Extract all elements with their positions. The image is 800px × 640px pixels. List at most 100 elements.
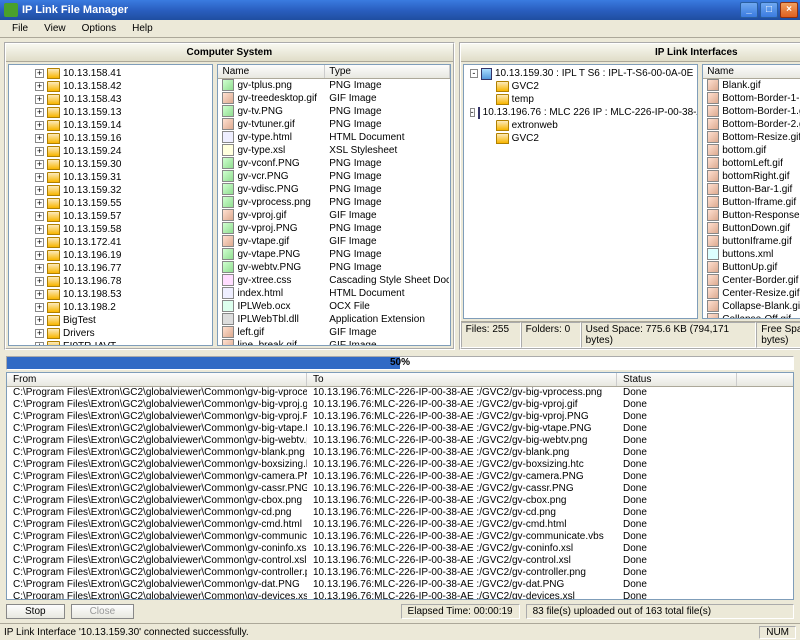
list-item[interactable]: buttonIframe.gif1.3 KB0 (703, 235, 800, 248)
tree-node[interactable]: +10.13.159.24 (11, 145, 210, 158)
list-item[interactable]: gv-tvtuner.gifPNG Image (218, 118, 449, 131)
tree-node[interactable]: +10.13.159.58 (11, 223, 210, 236)
transfer-row[interactable]: C:\Program Files\Extron\GC2\globalviewer… (7, 411, 793, 423)
tree-node[interactable]: +10.13.159.13 (11, 106, 210, 119)
tree-toggle-icon[interactable]: + (35, 277, 44, 286)
tree-toggle-icon[interactable]: + (35, 264, 44, 273)
maximize-button[interactable]: □ (760, 2, 778, 18)
transfer-row[interactable]: C:\Program Files\Extron\GC2\globalviewer… (7, 399, 793, 411)
tree-node[interactable]: +10.13.158.41 (11, 67, 210, 80)
tree-toggle-icon[interactable]: + (35, 199, 44, 208)
tree-toggle-icon[interactable]: - (470, 69, 478, 78)
tree-node[interactable]: +Drivers (11, 327, 210, 340)
list-item[interactable]: gv-webtv.PNGPNG Image (218, 261, 449, 274)
transfer-row[interactable]: C:\Program Files\Extron\GC2\globalviewer… (7, 483, 793, 495)
transfer-row[interactable]: C:\Program Files\Extron\GC2\globalviewer… (7, 543, 793, 555)
transfer-row[interactable]: C:\Program Files\Extron\GC2\globalviewer… (7, 507, 793, 519)
tree-toggle-icon[interactable]: - (470, 108, 475, 117)
list-item[interactable]: gv-tplus.pngPNG Image (218, 79, 449, 92)
list-item[interactable]: Center-Resize.gif109 B0 (703, 287, 800, 300)
list-item[interactable]: Collapse-Blank.gif714 B0 (703, 300, 800, 313)
list-item[interactable]: Blank.gif580 B0 (703, 79, 800, 92)
tree-node[interactable]: +10.13.198.2 (11, 301, 210, 314)
tree-toggle-icon[interactable]: + (35, 108, 44, 117)
list-item[interactable]: gv-vtape.PNGPNG Image (218, 248, 449, 261)
list-item[interactable]: ButtonDown.gif1.9 KB0 (703, 222, 800, 235)
tree-toggle-icon[interactable]: + (35, 69, 44, 78)
tree-node[interactable]: +10.13.158.43 (11, 93, 210, 106)
list-item[interactable]: gv-xtree.cssCascading Style Sheet Docum (218, 274, 449, 287)
local-tree[interactable]: +10.13.158.41+10.13.158.42+10.13.158.43+… (8, 64, 213, 346)
tree-node[interactable]: +BigTest (11, 314, 210, 327)
list-item[interactable]: ButtonUp.gif2.0 KB0 (703, 261, 800, 274)
list-item[interactable]: gv-treedesktop.gifGIF Image (218, 92, 449, 105)
tree-node[interactable]: +10.13.159.55 (11, 197, 210, 210)
tree-toggle-icon[interactable]: + (35, 147, 44, 156)
tree-toggle-icon[interactable]: + (35, 316, 44, 325)
list-item[interactable]: gv-vconf.PNGPNG Image (218, 157, 449, 170)
transfer-row[interactable]: C:\Program Files\Extron\GC2\globalviewer… (7, 519, 793, 531)
transfer-list[interactable]: FromToStatus C:\Program Files\Extron\GC2… (6, 372, 794, 600)
list-item[interactable]: IPLWebTbl.dllApplication Extension (218, 313, 449, 326)
list-item[interactable]: bottom.gif52 B0 (703, 144, 800, 157)
tree-node[interactable]: +10.13.196.19 (11, 249, 210, 262)
list-item[interactable]: index.htmlHTML Document (218, 287, 449, 300)
list-item[interactable]: Button-Bar-1.gif1.3 KB0 (703, 183, 800, 196)
tree-node[interactable]: +10.13.159.31 (11, 171, 210, 184)
list-item[interactable]: Bottom-Border-2.gif5.0 KB0 (703, 118, 800, 131)
list-item[interactable]: Button-Iframe.gif1.3 KB0 (703, 196, 800, 209)
list-item[interactable]: Bottom-Border-1.gif1.6 KB0 (703, 105, 800, 118)
column-header[interactable]: Name (218, 65, 325, 78)
transfer-row[interactable]: C:\Program Files\Extron\GC2\globalviewer… (7, 471, 793, 483)
transfer-row[interactable]: C:\Program Files\Extron\GC2\globalviewer… (7, 591, 793, 600)
list-item[interactable]: Bottom-Border-1-28.gif5.1 KB0 (703, 92, 800, 105)
tree-node[interactable]: extronweb (466, 119, 696, 132)
list-item[interactable]: gv-vdisc.PNGPNG Image (218, 183, 449, 196)
list-item[interactable]: Center-Border.gif521 B0 (703, 274, 800, 287)
list-item[interactable]: line_break.gifGIF Image (218, 339, 449, 346)
remote-file-list[interactable]: NameSizeD Blank.gif580 B0Bottom-Border-1… (702, 64, 800, 319)
minimize-button[interactable]: _ (740, 2, 758, 18)
column-header[interactable]: Type (325, 65, 449, 78)
list-item[interactable]: gv-tv.PNGPNG Image (218, 105, 449, 118)
list-item[interactable]: bottomRight.gif103 B0 (703, 170, 800, 183)
column-header[interactable]: Status (617, 373, 737, 386)
transfer-row[interactable]: C:\Program Files\Extron\GC2\globalviewer… (7, 387, 793, 399)
transfer-row[interactable]: C:\Program Files\Extron\GC2\globalviewer… (7, 567, 793, 579)
tree-node[interactable]: +10.13.159.30 (11, 158, 210, 171)
list-item[interactable]: gv-type.xslXSL Stylesheet (218, 144, 449, 157)
tree-node[interactable]: +10.13.158.42 (11, 80, 210, 93)
list-item[interactable]: gv-vprocess.pngPNG Image (218, 196, 449, 209)
transfer-row[interactable]: C:\Program Files\Extron\GC2\globalviewer… (7, 555, 793, 567)
menu-help[interactable]: Help (124, 22, 161, 35)
remote-tree[interactable]: -10.13.159.30 : IPL T S6 : IPL-T-S6-00-0… (463, 64, 699, 319)
tree-node[interactable]: +10.13.196.78 (11, 275, 210, 288)
tree-toggle-icon[interactable]: + (35, 290, 44, 299)
tree-node[interactable]: +10.13.159.16 (11, 132, 210, 145)
tree-node[interactable]: temp (466, 93, 696, 106)
list-item[interactable]: Collapse-Off.gif2.5 KB0 (703, 313, 800, 318)
tree-toggle-icon[interactable]: + (35, 342, 44, 346)
menu-file[interactable]: File (4, 22, 36, 35)
tree-toggle-icon[interactable]: + (35, 173, 44, 182)
tree-node[interactable]: +10.13.159.32 (11, 184, 210, 197)
stop-button[interactable]: Stop (6, 604, 65, 619)
list-item[interactable]: Bottom-Resize.gif344 B0 (703, 131, 800, 144)
tree-toggle-icon[interactable]: + (35, 160, 44, 169)
list-item[interactable]: buttons.xml15.7 KB0 (703, 248, 800, 261)
tree-node[interactable]: GVC2 (466, 132, 696, 145)
column-header[interactable]: To (307, 373, 617, 386)
list-item[interactable]: left.gifGIF Image (218, 326, 449, 339)
tree-node[interactable]: -10.13.196.76 : MLC 226 IP : MLC-226-IP-… (466, 106, 696, 119)
transfer-row[interactable]: C:\Program Files\Extron\GC2\globalviewer… (7, 447, 793, 459)
tree-node[interactable]: +10.13.159.14 (11, 119, 210, 132)
list-item[interactable]: gv-vcr.PNGPNG Image (218, 170, 449, 183)
list-item[interactable]: gv-vproj.PNGPNG Image (218, 222, 449, 235)
list-item[interactable]: Button-Response.gif2.0 KB0 (703, 209, 800, 222)
tree-node[interactable]: +10.13.159.57 (11, 210, 210, 223)
tree-toggle-icon[interactable]: + (35, 303, 44, 312)
tree-toggle-icon[interactable]: + (35, 186, 44, 195)
transfer-row[interactable]: C:\Program Files\Extron\GC2\globalviewer… (7, 579, 793, 591)
transfer-row[interactable]: C:\Program Files\Extron\GC2\globalviewer… (7, 531, 793, 543)
list-item[interactable]: gv-vproj.gifGIF Image (218, 209, 449, 222)
